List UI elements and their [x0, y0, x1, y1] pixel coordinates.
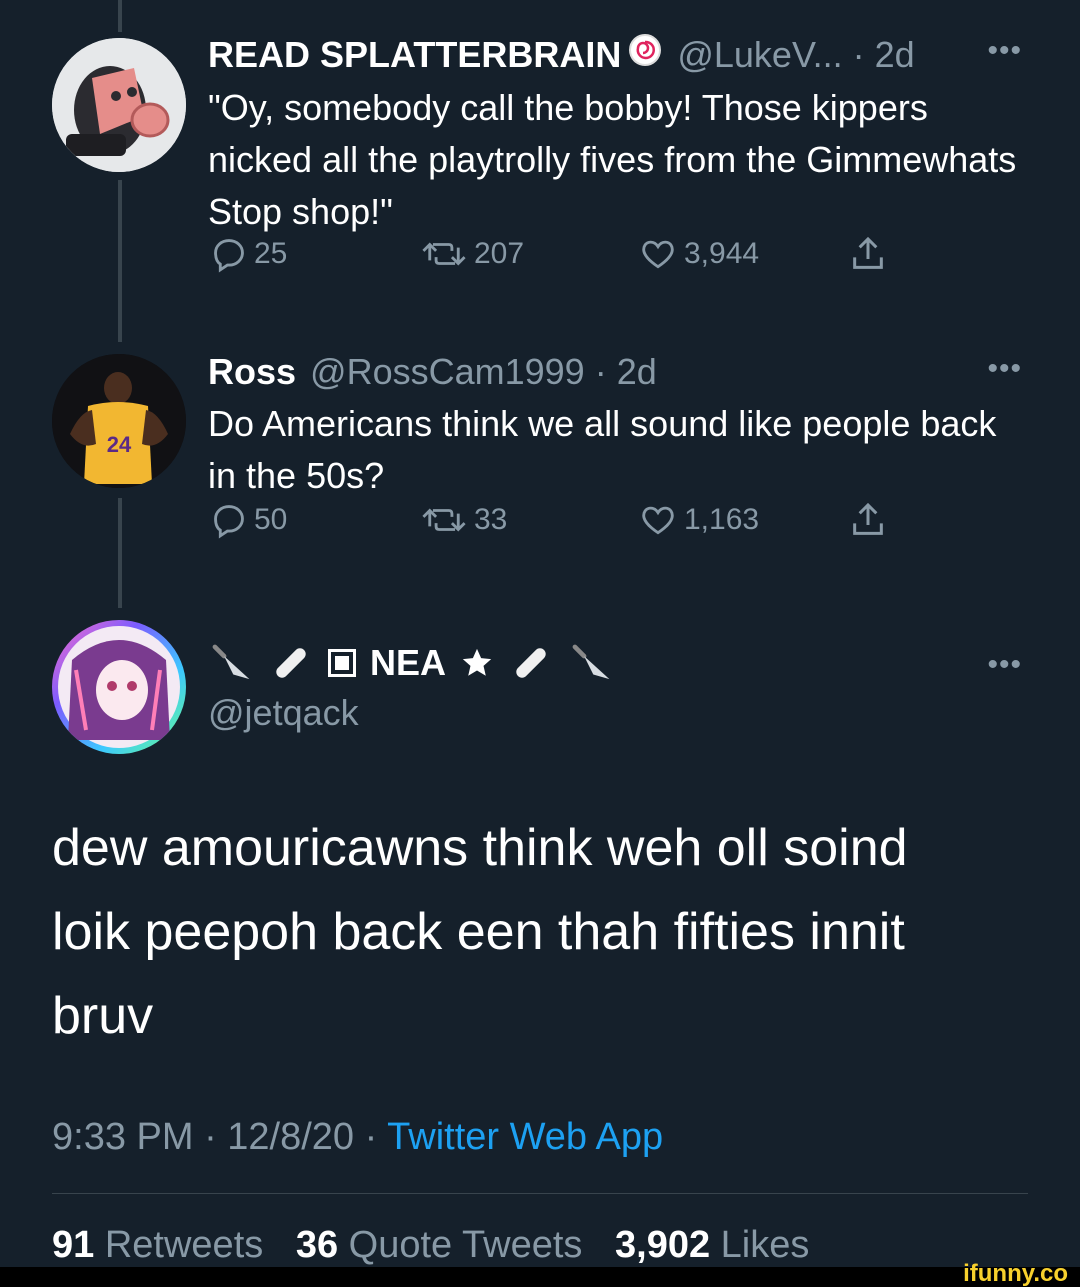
- square-icon: [328, 649, 356, 677]
- focus-text-line: loik peepoh back een thah fifties innit: [52, 903, 905, 961]
- heart-icon: [642, 240, 674, 269]
- more-options-icon[interactable]: •••: [987, 352, 1022, 386]
- avatar-tweet-2[interactable]: 24: [52, 354, 186, 488]
- engagement-stats: 91 Retweets 36 Quote Tweets 3,902 Likes: [52, 1224, 831, 1267]
- quotes-label: Quote Tweets: [348, 1224, 583, 1266]
- ifunny-watermark: ifunny.co: [963, 1260, 1068, 1287]
- thread-line-1: [118, 180, 122, 342]
- knife-icon: [572, 644, 610, 680]
- retweets-label: Retweets: [104, 1224, 264, 1266]
- reply-icon: [214, 505, 244, 539]
- retweet-button[interactable]: 33: [420, 501, 507, 539]
- handle[interactable]: @jetqack: [208, 692, 359, 734]
- more-options-icon[interactable]: •••: [987, 648, 1022, 682]
- avatar-focus-tweet[interactable]: [52, 620, 186, 754]
- star-icon: [462, 648, 492, 676]
- share-button[interactable]: [848, 500, 894, 540]
- retweet-button[interactable]: 207: [420, 235, 524, 273]
- retweets-count: 91: [52, 1224, 95, 1266]
- retweets-stat[interactable]: 91 Retweets: [52, 1224, 285, 1266]
- retweet-icon: [422, 508, 466, 532]
- retweet-icon: [422, 242, 466, 266]
- tweet-1[interactable]: READ SPLATTERBRAIN @LukeV... · 2d ••• "O…: [208, 32, 1022, 312]
- like-count: 1,163: [684, 503, 760, 536]
- likes-count: 3,902: [615, 1224, 711, 1266]
- reply-button[interactable]: 50: [210, 501, 287, 539]
- like-count: 3,944: [684, 237, 760, 270]
- spiral-emoji-icon: [627, 32, 663, 78]
- handle[interactable]: @RossCam1999: [310, 350, 585, 394]
- share-icon: [853, 236, 883, 269]
- avatar-tweet-1[interactable]: [52, 38, 186, 172]
- focus-display-name-row[interactable]: NEA: [208, 640, 614, 686]
- thread-line-top: [118, 0, 122, 32]
- thread-line-2: [118, 498, 122, 608]
- share-button[interactable]: [848, 234, 894, 274]
- avatar-image: [52, 38, 186, 172]
- tweet-2-header: Ross @RossCam1999 · 2d: [208, 350, 1022, 394]
- bandage-icon: [276, 648, 306, 678]
- heart-icon: [642, 506, 674, 535]
- reply-count: 25: [254, 237, 288, 270]
- timestamp[interactable]: · 2d: [595, 350, 657, 394]
- quote-tweets-stat[interactable]: 36 Quote Tweets: [296, 1224, 605, 1266]
- timestamp[interactable]: · 2d: [853, 33, 915, 77]
- avatar-image: 24: [52, 354, 186, 488]
- tweet-text: "Oy, somebody call the bobby! Those kipp…: [208, 87, 1017, 232]
- retweet-count: 33: [474, 503, 508, 536]
- focus-tweet-text: dew amouricawns think weh oll soind loik…: [52, 806, 1032, 1058]
- display-name[interactable]: Ross: [208, 350, 296, 394]
- focus-text-line: dew amouricawns think weh oll soind: [52, 819, 908, 877]
- display-name[interactable]: READ SPLATTERBRAIN: [208, 33, 621, 77]
- timestamp[interactable]: 9:33 PM · 12/8/20 ·: [52, 1116, 387, 1158]
- more-options-icon[interactable]: •••: [987, 34, 1022, 68]
- likes-stat[interactable]: 3,902 Likes: [615, 1224, 831, 1266]
- knife-icon: [212, 644, 250, 680]
- tweet-metadata: 9:33 PM · 12/8/20 · Twitter Web App: [52, 1116, 663, 1159]
- display-name[interactable]: NEA: [370, 642, 446, 684]
- tweet-1-header: READ SPLATTERBRAIN @LukeV... · 2d: [208, 32, 1022, 78]
- reply-button[interactable]: 25: [210, 235, 287, 273]
- bandage-icon: [516, 648, 546, 678]
- tweet-2[interactable]: Ross @RossCam1999 · 2d ••• Do Americans …: [208, 350, 1022, 590]
- likes-label: Likes: [720, 1224, 810, 1266]
- reply-count: 50: [254, 503, 288, 536]
- source-link[interactable]: Twitter Web App: [387, 1116, 663, 1158]
- like-button[interactable]: 3,944: [638, 235, 759, 273]
- reply-icon: [214, 239, 244, 273]
- like-button[interactable]: 1,163: [638, 501, 759, 539]
- divider: [52, 1193, 1028, 1194]
- focus-text-line: bruv: [52, 987, 154, 1045]
- avatar-image: [58, 626, 180, 748]
- retweet-count: 207: [474, 237, 525, 270]
- share-icon: [853, 502, 883, 535]
- tweet-text: Do Americans think we all sound like peo…: [208, 403, 997, 496]
- handle[interactable]: @LukeV...: [677, 33, 842, 77]
- watermark-bar: [0, 1267, 1080, 1287]
- jersey-number: 24: [107, 432, 132, 457]
- quotes-count: 36: [295, 1224, 339, 1266]
